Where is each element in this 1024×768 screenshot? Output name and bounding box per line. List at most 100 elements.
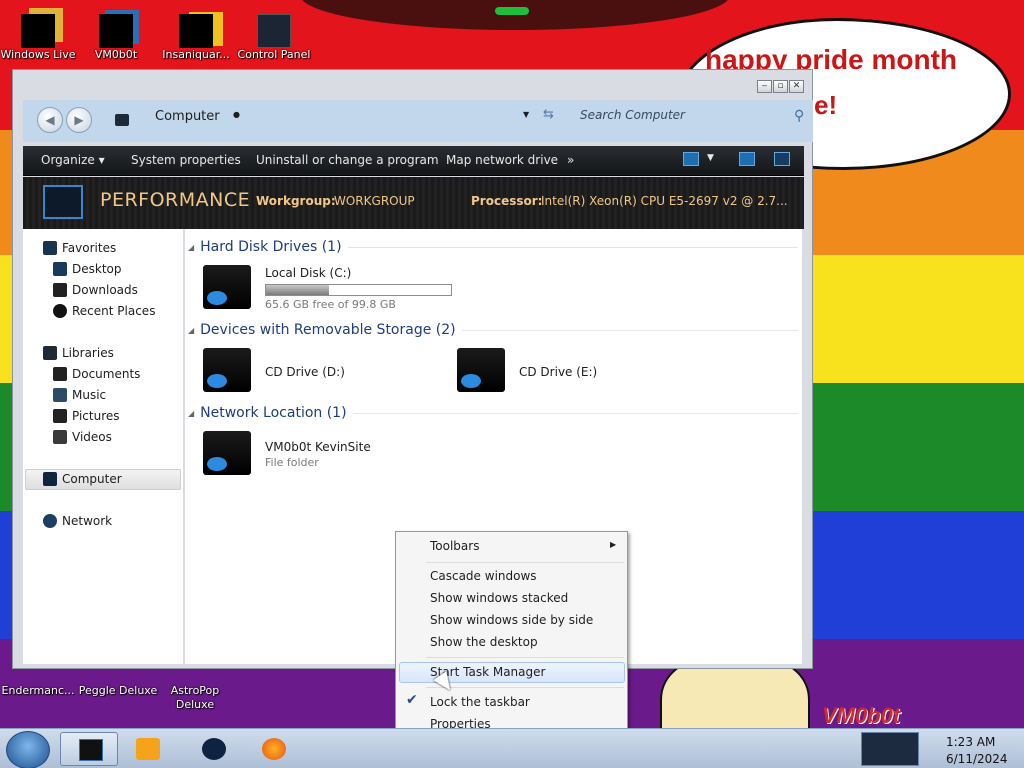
star-icon xyxy=(43,241,57,255)
search-icon[interactable]: ⚲ xyxy=(794,108,804,124)
collapse-triangle-icon: ◢ xyxy=(188,325,195,335)
menu-item-show-desktop[interactable]: Show the desktop xyxy=(430,635,538,649)
system-properties-button[interactable]: System properties xyxy=(131,153,241,167)
menu-separator xyxy=(426,562,624,563)
documents-icon xyxy=(53,367,67,381)
videos-icon xyxy=(53,430,67,444)
nav-item-documents[interactable]: Documents xyxy=(53,367,140,381)
nav-item-pictures[interactable]: Pictures xyxy=(53,409,120,423)
close-button[interactable]: ✕ xyxy=(789,80,804,93)
pictures-icon xyxy=(53,409,67,423)
menu-separator xyxy=(426,657,624,658)
cd-drive-d-label[interactable]: CD Drive (D:) xyxy=(265,365,345,379)
menu-item-lock-taskbar[interactable]: Lock the taskbar xyxy=(430,695,530,709)
computer-name: PERFORMANCE xyxy=(100,189,251,211)
local-disk-free: 65.6 GB free of 99.8 GB xyxy=(265,298,396,311)
forward-button[interactable]: ▶ xyxy=(66,107,92,133)
checkmark-icon: ✔ xyxy=(406,692,418,708)
clock-time[interactable]: 1:23 AM xyxy=(946,735,995,749)
network-location-type: File folder xyxy=(265,456,319,469)
minimize-button[interactable]: ‒ xyxy=(757,80,772,93)
address-bar-area: ◀ ▶ Computer ● ▼ ⇆ Search Computer ⚲ xyxy=(23,100,813,142)
network-folder-icon[interactable] xyxy=(203,431,251,475)
nav-item-music[interactable]: Music xyxy=(53,388,106,402)
caption-buttons: ‒ ▫ ✕ xyxy=(757,80,804,93)
back-button[interactable]: ◀ xyxy=(37,107,63,133)
desktop-icon-control-panel[interactable]: Control Panel xyxy=(232,14,316,61)
start-button[interactable] xyxy=(6,731,50,768)
menu-item-cascade[interactable]: Cascade windows xyxy=(430,569,537,583)
explorer-icon xyxy=(79,739,103,761)
cd-drive-icon[interactable] xyxy=(203,348,251,392)
menu-separator xyxy=(426,687,624,688)
view-options-icon[interactable] xyxy=(683,152,699,166)
control-panel-icon xyxy=(257,14,291,48)
library-icon xyxy=(43,346,57,360)
nav-item-videos[interactable]: Videos xyxy=(53,430,112,444)
navigation-pane: Favorites Desktop Downloads Recent Place… xyxy=(23,229,183,664)
menu-item-stacked[interactable]: Show windows stacked xyxy=(430,591,568,605)
group-hard-disk-drives[interactable]: ◢ Hard Disk Drives (1) xyxy=(188,239,798,255)
search-input[interactable]: Search Computer xyxy=(580,108,685,122)
address-breadcrumb[interactable]: Computer xyxy=(155,108,220,126)
breadcrumb-chevron-icon[interactable]: ● xyxy=(233,110,240,119)
recent-places-icon xyxy=(53,304,67,318)
uninstall-program-button[interactable]: Uninstall or change a program xyxy=(256,153,439,167)
workgroup-label: Workgroup: xyxy=(256,194,336,208)
nav-item-favorites[interactable]: Favorites xyxy=(43,241,116,255)
taskbar: 1:23 AM 6/11/2024 xyxy=(0,728,1024,768)
character-eyes xyxy=(495,7,529,15)
music-icon xyxy=(53,388,67,402)
hard-disk-icon[interactable] xyxy=(203,265,251,309)
network-location-label[interactable]: VM0b0t KevinSite xyxy=(265,440,371,454)
nav-item-downloads[interactable]: Downloads xyxy=(53,283,138,297)
computer-icon xyxy=(115,114,129,126)
nav-item-libraries[interactable]: Libraries xyxy=(43,346,114,360)
desktop-icon-vm0b0t[interactable]: VM0b0t xyxy=(74,14,158,61)
desktop-icon-windows-live[interactable]: Windows Live xyxy=(0,14,80,61)
nav-item-network[interactable]: Network xyxy=(43,514,112,528)
wallpaper-watermark: VM0b0t xyxy=(822,703,901,728)
group-removable-storage[interactable]: ◢ Devices with Removable Storage (2) xyxy=(188,322,798,338)
workgroup-value: WORKGROUP xyxy=(334,194,415,208)
organize-button[interactable]: Organize ▾ xyxy=(41,153,105,167)
network-icon xyxy=(43,514,57,528)
computer-icon xyxy=(43,472,57,486)
menu-item-toolbars[interactable]: Toolbars xyxy=(430,539,479,553)
taskbar-button-media-player[interactable] xyxy=(118,732,176,766)
collapse-triangle-icon: ◢ xyxy=(188,408,195,418)
processor-label: Processor: xyxy=(471,194,543,208)
command-bar: Organize ▾ System properties Uninstall o… xyxy=(23,146,804,176)
view-dropdown-icon[interactable]: ▼ xyxy=(707,153,714,163)
preview-pane-icon[interactable] xyxy=(739,152,755,166)
cd-drive-e-label[interactable]: CD Drive (E:) xyxy=(519,365,597,379)
submenu-arrow-icon: ▶ xyxy=(610,540,617,549)
cd-drive-icon[interactable] xyxy=(457,348,505,392)
help-icon[interactable] xyxy=(774,152,790,166)
notification-area[interactable] xyxy=(861,732,919,766)
downloads-icon xyxy=(53,283,67,297)
refresh-icon[interactable]: ⇆ xyxy=(543,107,554,122)
nav-item-desktop[interactable]: Desktop xyxy=(53,262,122,276)
nav-item-computer[interactable]: Computer xyxy=(43,472,122,486)
local-disk-label[interactable]: Local Disk (C:) xyxy=(265,266,351,280)
taskbar-button-app[interactable] xyxy=(184,732,242,766)
address-dropdown-icon[interactable]: ▼ xyxy=(523,110,529,119)
firefox-icon xyxy=(262,738,286,760)
taskbar-context-menu: Toolbars ▶ Cascade windows Show windows … xyxy=(395,531,628,738)
group-network-location[interactable]: ◢ Network Location (1) xyxy=(188,405,798,421)
speech-bubble-text-2: e! xyxy=(814,90,838,120)
menu-item-side-by-side[interactable]: Show windows side by side xyxy=(430,613,593,627)
details-pane: PERFORMANCE Workgroup: WORKGROUP Process… xyxy=(23,177,804,229)
nav-item-recent-places[interactable]: Recent Places xyxy=(53,304,155,318)
collapse-triangle-icon: ◢ xyxy=(188,242,195,252)
taskbar-button-firefox[interactable] xyxy=(244,732,302,766)
monitor-icon xyxy=(99,14,133,48)
more-commands-button[interactable]: » xyxy=(567,153,574,167)
map-network-drive-button[interactable]: Map network drive xyxy=(446,153,558,167)
maximize-button[interactable]: ▫ xyxy=(773,80,788,93)
taskbar-button-explorer[interactable] xyxy=(60,732,118,766)
clock-date[interactable]: 6/11/2024 xyxy=(946,752,1008,766)
desktop-icon-insaniquarium[interactable]: Insaniquar... xyxy=(154,14,238,61)
desktop-icon xyxy=(53,262,67,276)
